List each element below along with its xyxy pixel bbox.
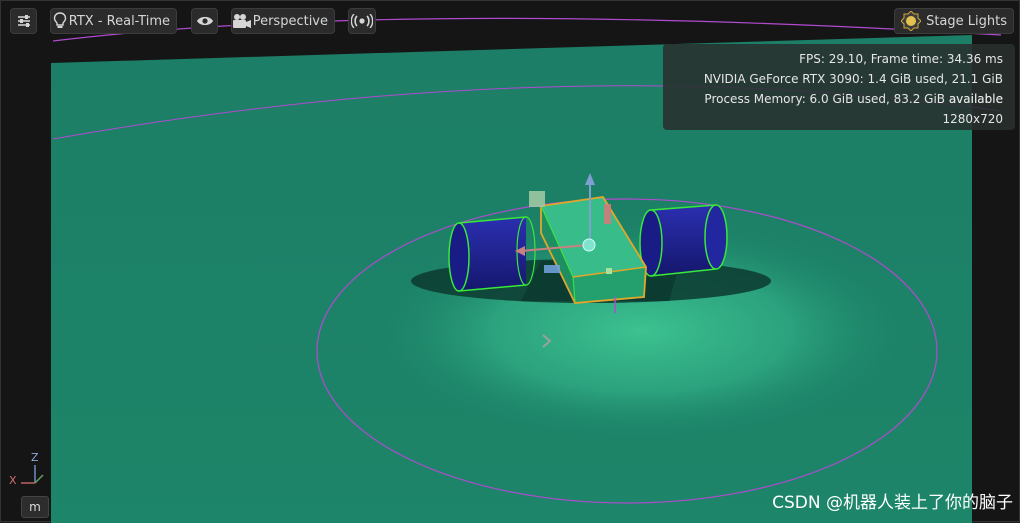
sun-icon xyxy=(895,9,926,33)
gizmo-z-handle[interactable] xyxy=(604,204,611,224)
camera-button[interactable]: Perspective xyxy=(231,8,335,34)
stats-overlay: FPS: 29.10, Frame time: 34.36 ms NVIDIA … xyxy=(663,44,1015,130)
stage-lights-button[interactable]: Stage Lights xyxy=(894,8,1014,34)
broadcast-button[interactable] xyxy=(348,8,376,34)
sliders-icon xyxy=(11,9,36,33)
camera-icon xyxy=(232,9,253,33)
fps-readout: FPS: 29.10, Frame time: 34.36 ms xyxy=(799,52,1003,66)
gizmo-small-handle[interactable] xyxy=(544,265,560,273)
broadcast-icon xyxy=(349,9,375,33)
visibility-button[interactable] xyxy=(191,8,218,34)
left-wheel-cap xyxy=(448,222,470,292)
resolution-readout: 1280x720 xyxy=(942,112,1003,126)
right-wheel-back xyxy=(704,204,728,270)
camera-label: Perspective xyxy=(252,13,328,29)
gizmo-plane-handle[interactable] xyxy=(529,191,545,207)
renderer-label: RTX - Real-Time xyxy=(68,13,170,29)
gizmo-center[interactable] xyxy=(582,238,596,252)
axis-z-label: Z xyxy=(31,451,39,464)
renderer-button[interactable]: RTX - Real-Time xyxy=(50,8,177,34)
axis-x-label: X xyxy=(9,474,17,487)
gpu-readout: NVIDIA GeForce RTX 3090: 1.4 GiB used, 2… xyxy=(703,72,1003,106)
axis-indicator: Z X xyxy=(7,451,47,491)
eye-icon xyxy=(192,9,217,33)
watermark: CSDN @机器人装上了你的脑子 xyxy=(772,493,1013,513)
viewport[interactable]: RTX - Real-Time Perspective Stage Lights… xyxy=(0,0,1020,523)
memory-readout: Process Memory: 6.0 GiB used, 83.2 GiB a… xyxy=(704,92,1003,106)
settings-button[interactable] xyxy=(10,8,37,34)
lightbulb-icon xyxy=(51,9,69,33)
stage-lights-label: Stage Lights xyxy=(926,13,1007,29)
unit-button[interactable]: m xyxy=(21,496,49,518)
pivot-marker xyxy=(606,268,612,274)
